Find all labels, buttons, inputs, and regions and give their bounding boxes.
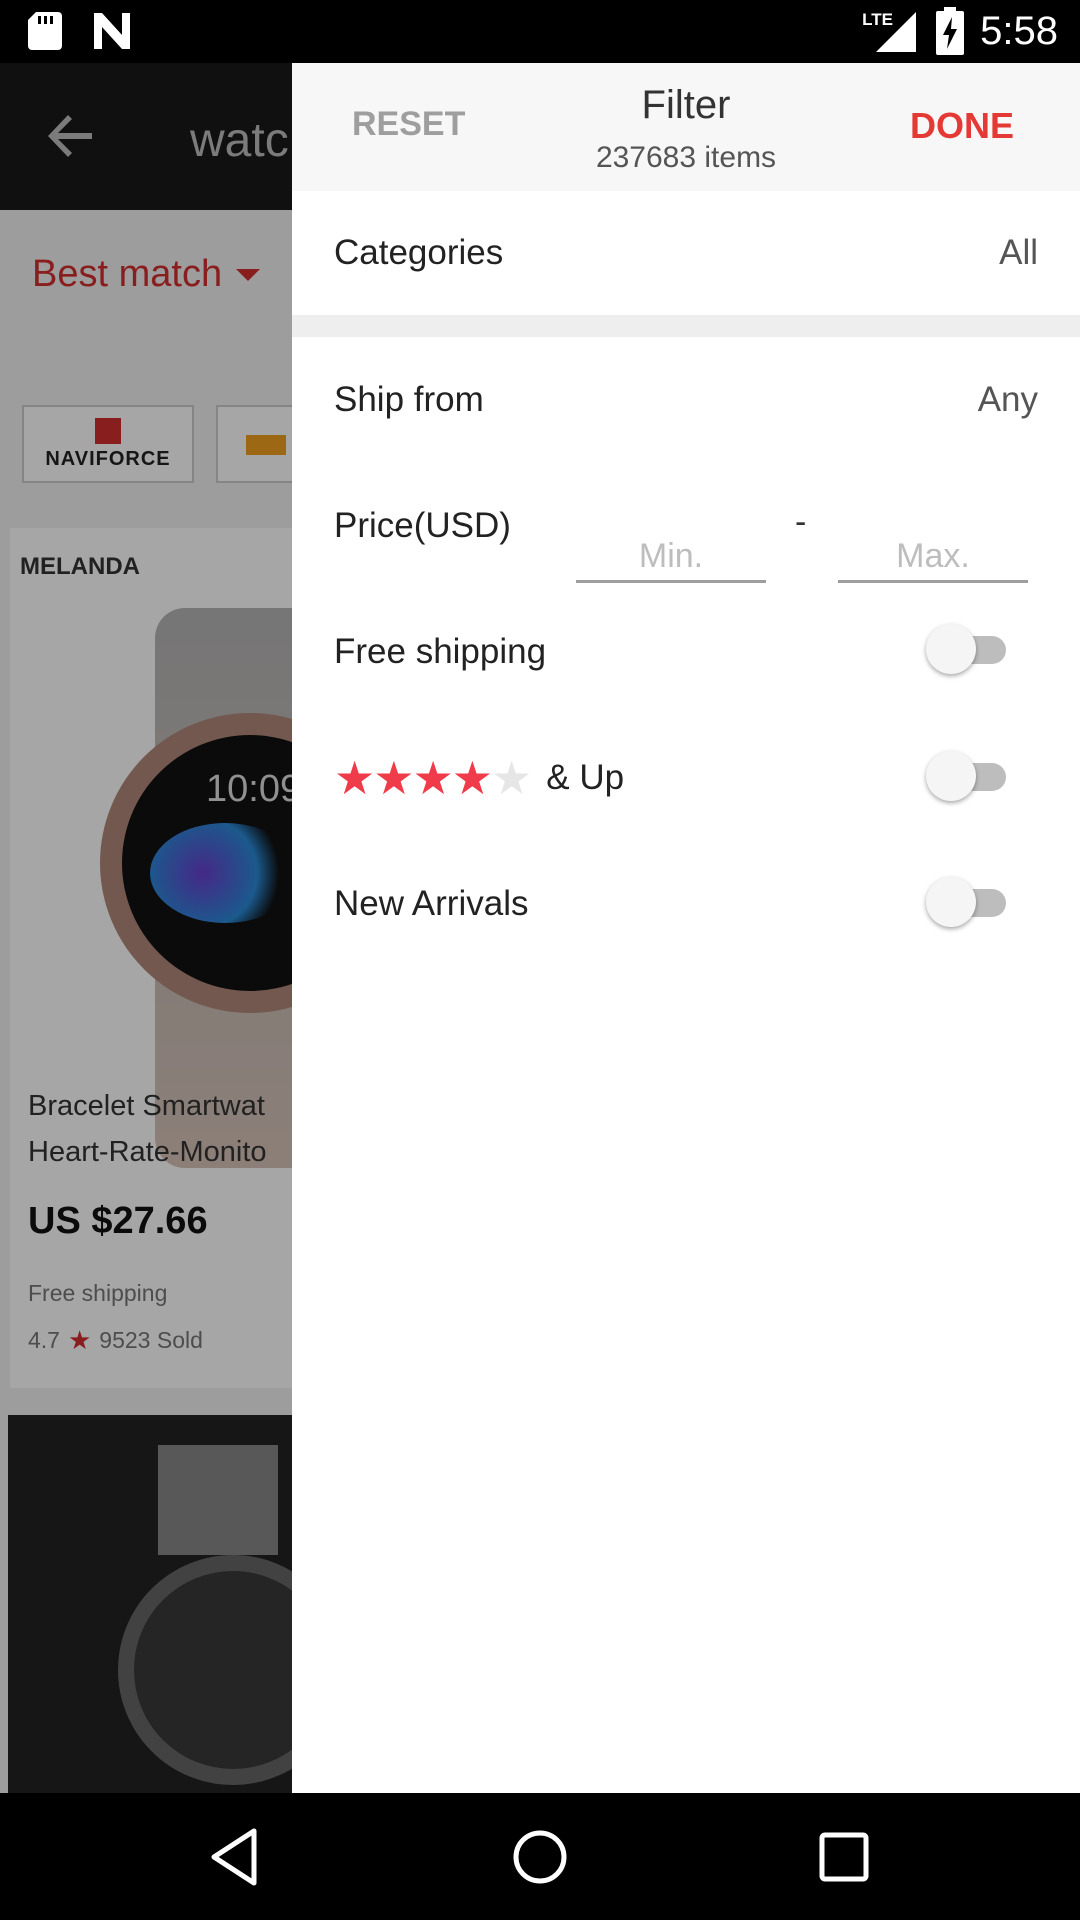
filter-drawer: RESET Filter 237683 items DONE Categorie…	[292, 63, 1080, 1793]
price-label: Price(USD)	[334, 506, 511, 545]
star-empty-icon: ★	[491, 752, 533, 804]
battery-charging-icon	[936, 7, 965, 55]
rating-filter: ★ ★ ★ ★ ★ & Up	[334, 753, 624, 803]
navigation-bar	[0, 1793, 1080, 1920]
status-bar: LTE 5:58	[0, 0, 1080, 63]
new-arrivals-toggle[interactable]	[926, 875, 1008, 931]
price-min-input[interactable]	[576, 533, 766, 583]
sd-card-icon	[28, 12, 62, 50]
notification-n-icon	[94, 13, 130, 49]
rating-up-label: & Up	[546, 758, 625, 797]
done-button[interactable]: DONE	[910, 105, 1014, 147]
categories-value: All	[999, 233, 1038, 272]
back-icon[interactable]	[204, 1825, 268, 1889]
star-filled-icon: ★	[373, 752, 415, 804]
star-filled-icon: ★	[412, 752, 454, 804]
home-icon[interactable]	[508, 1825, 572, 1889]
price-max-input[interactable]	[838, 533, 1028, 583]
price-separator: -	[795, 503, 807, 541]
ship-from-row[interactable]: Ship from Any	[292, 350, 1080, 450]
ship-from-value: Any	[977, 380, 1038, 419]
ship-from-label: Ship from	[334, 380, 484, 419]
categories-label: Categories	[334, 233, 504, 272]
star-filled-icon: ★	[451, 752, 493, 804]
section-divider	[292, 315, 1080, 337]
categories-row[interactable]: Categories All	[292, 203, 1080, 303]
star-filled-icon: ★	[334, 752, 376, 804]
recents-icon[interactable]	[812, 1825, 876, 1889]
filter-header: RESET Filter 237683 items DONE	[292, 63, 1080, 191]
free-shipping-label: Free shipping	[334, 632, 547, 671]
new-arrivals-label: New Arrivals	[334, 884, 529, 923]
rating-toggle[interactable]	[926, 749, 1008, 805]
signal-icon	[876, 12, 917, 52]
clock: 5:58	[980, 8, 1058, 53]
free-shipping-toggle[interactable]	[926, 622, 1008, 678]
